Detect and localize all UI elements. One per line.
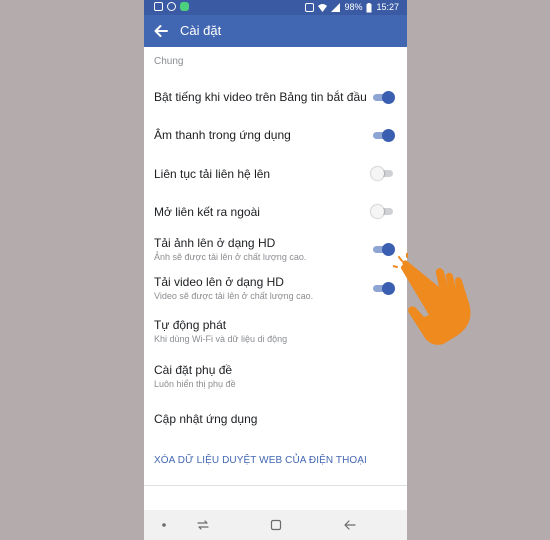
setting-title: Liên tục tải liên hệ lên [154, 167, 271, 181]
setting-title: Âm thanh trong ứng dụng [154, 128, 291, 142]
tap-hand-icon [393, 253, 471, 345]
page-title: Cài đặt [180, 23, 222, 38]
status-notifications [154, 2, 189, 11]
toggle-switch-on[interactable] [373, 129, 395, 142]
status-bar: 98% 15:27 [144, 0, 407, 15]
setting-open-links-externally[interactable]: Mở liên kết ra ngoài [144, 203, 407, 223]
setting-continuous-contact-upload[interactable]: Liên tục tải liên hệ lên [144, 165, 407, 185]
signal-icon [331, 3, 341, 12]
status-system: 98% 15:27 [305, 2, 399, 13]
battery-icon [366, 2, 372, 12]
setting-update-app[interactable]: Cập nhật ứng dụng [144, 411, 407, 431]
toggle-switch-on[interactable] [373, 282, 395, 295]
setting-subtitle: Ảnh sẽ được tải lên ở chất lượng cao. [154, 252, 307, 262]
messenger-icon [167, 2, 176, 11]
setting-subtitle: Luôn hiển thị phụ đề [154, 379, 236, 389]
divider [144, 485, 407, 486]
setting-title: Cài đặt phụ đề [154, 363, 233, 377]
setting-subtitle: Khi dùng Wi-Fi và dữ liệu di động [154, 334, 288, 344]
clear-browsing-data-link[interactable]: XÓA DỮ LIỆU DUYỆT WEB CỦA ĐIỆN THOẠI [154, 455, 367, 466]
toggle-switch-off[interactable] [371, 205, 395, 218]
recent-apps-icon[interactable] [196, 518, 210, 532]
dot-icon[interactable] [157, 518, 171, 532]
toggle-switch-on[interactable] [373, 243, 395, 256]
app-bar: Cài đặt [144, 15, 407, 47]
setting-captions[interactable]: Cài đặt phụ đề Luôn hiển thị phụ đề [144, 363, 407, 393]
setting-title: Bật tiếng khi video trên Bảng tin bắt đầ… [154, 90, 367, 104]
battery-percent: 98% [344, 2, 363, 12]
line-icon [180, 2, 189, 11]
setting-title: Tự động phát [154, 318, 227, 332]
setting-feed-video-sound[interactable]: Bật tiếng khi video trên Bảng tin bắt đầ… [144, 87, 407, 107]
gallery-icon [154, 2, 163, 11]
setting-autoplay[interactable]: Tự động phát Khi dùng Wi-Fi và dữ liệu d… [144, 318, 407, 348]
arrow-left-icon[interactable] [154, 24, 168, 38]
setting-upload-photos-hd[interactable]: Tải ảnh lên ở dạng HD Ảnh sẽ được tải lê… [144, 236, 407, 266]
toggle-switch-on[interactable] [373, 91, 395, 104]
clock: 15:27 [376, 2, 399, 12]
setting-title: Tải ảnh lên ở dạng HD [154, 236, 276, 250]
wifi-icon [318, 4, 328, 12]
back-icon[interactable] [343, 518, 357, 532]
setting-title: Tải video lên ở dạng HD [154, 275, 284, 289]
setting-title: Mở liên kết ra ngoài [154, 205, 260, 219]
section-label-general: Chung [154, 56, 184, 67]
phone-screen: 98% 15:27 Cài đặt Chung Bật tiếng khi vi… [144, 0, 407, 540]
toggle-switch-off[interactable] [371, 167, 395, 180]
nfc-icon [305, 3, 315, 12]
setting-title: Cập nhật ứng dụng [154, 412, 258, 426]
setting-upload-videos-hd[interactable]: Tải video lên ở dạng HD Video sẽ được tả… [144, 275, 407, 305]
setting-in-app-sound[interactable]: Âm thanh trong ứng dụng [144, 126, 407, 146]
navigation-bar [144, 510, 407, 540]
setting-subtitle: Video sẽ được tải lên ở chất lượng cao. [154, 291, 314, 301]
home-icon[interactable] [269, 518, 283, 532]
